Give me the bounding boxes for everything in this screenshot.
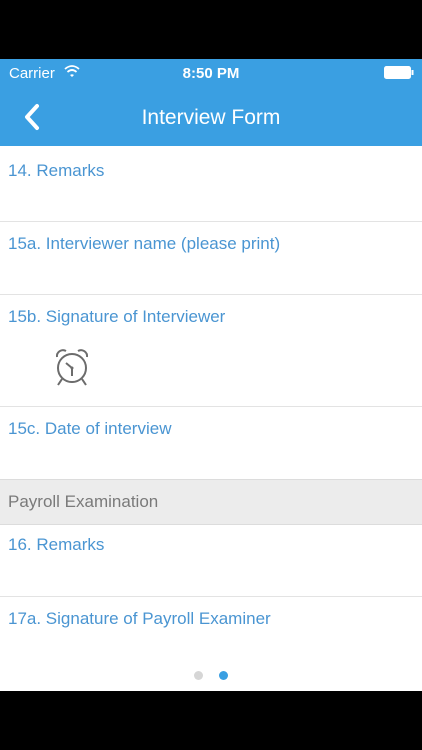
signature-capture-button[interactable] xyxy=(50,345,94,389)
form-row-remarks[interactable]: 14. Remarks xyxy=(0,146,422,222)
form-row-interview-date[interactable]: 15c. Date of interview xyxy=(0,407,422,479)
status-time: 8:50 PM xyxy=(182,65,240,82)
form-row-label: 14. Remarks xyxy=(8,161,105,180)
form-row-label: 15b. Signature of Interviewer xyxy=(8,307,226,326)
form-row-interviewer-signature: 15b. Signature of Interviewer xyxy=(0,295,422,407)
page-indicator[interactable] xyxy=(0,671,422,681)
form-row-label: 17a. Signature of Payroll Examiner xyxy=(8,609,271,628)
form-row-label: 16. Remarks xyxy=(8,535,105,554)
section-header-payroll: Payroll Examination xyxy=(0,479,422,525)
form-row-interviewer-name[interactable]: 15a. Interviewer name (please print) xyxy=(0,222,422,295)
form-row-label: 15a. Interviewer name (please print) xyxy=(8,234,281,253)
nav-bar: Interview Form xyxy=(0,87,422,146)
form-row-payroll-remarks[interactable]: 16. Remarks xyxy=(0,525,422,597)
page-dot[interactable] xyxy=(194,671,203,680)
form-row-label: 15c. Date of interview xyxy=(8,419,172,438)
form-content: 14. Remarks 15a. Interviewer name (pleas… xyxy=(0,146,422,691)
app-header: Carrier 8:50 PM Interview Form xyxy=(0,59,422,146)
battery-icon xyxy=(384,66,414,79)
alarm-clock-icon xyxy=(55,349,89,386)
status-bar: Carrier 8:50 PM xyxy=(0,59,422,87)
section-title: Payroll Examination xyxy=(8,492,159,511)
app-screen: Carrier 8:50 PM Interview Form 14. Remar… xyxy=(0,59,422,691)
page-dot-active[interactable] xyxy=(219,671,228,680)
page-title: Interview Form xyxy=(141,106,281,129)
